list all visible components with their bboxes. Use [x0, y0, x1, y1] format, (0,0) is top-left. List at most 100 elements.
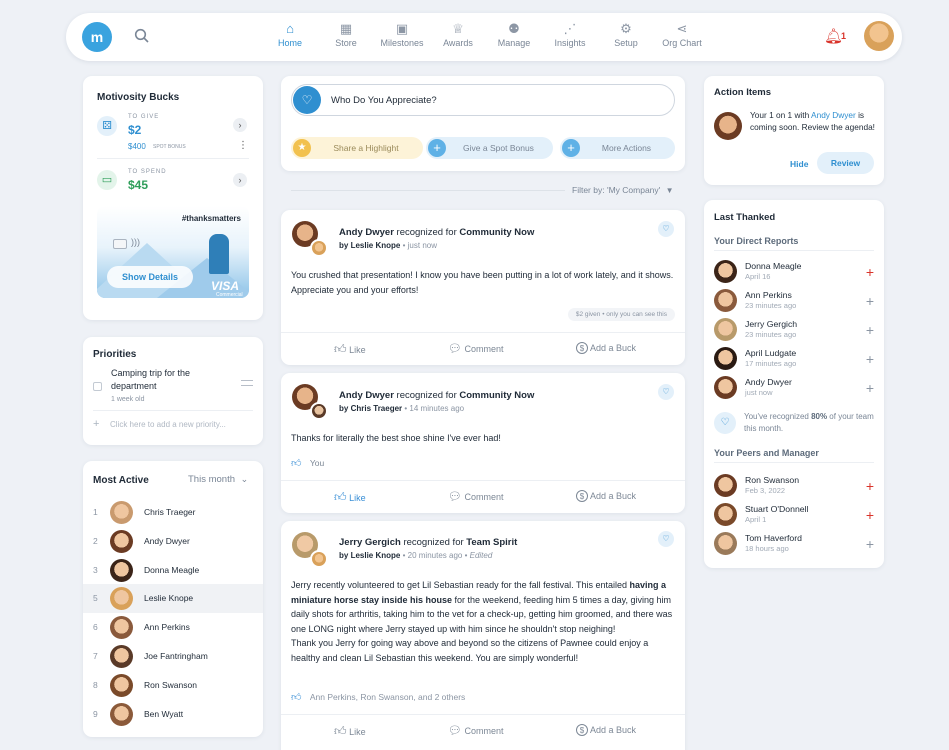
comment-label: Comment	[464, 492, 504, 502]
nav-item-org-chart[interactable]: ⋖ Org Chart	[652, 20, 712, 48]
search-icon[interactable]	[134, 28, 150, 44]
recipient-name[interactable]: Andy Dwyer	[339, 390, 394, 401]
add-buck-button[interactable]: $ Add a Buck	[576, 724, 636, 736]
person-name[interactable]: Ann Perkins	[144, 622, 190, 632]
person-avatar[interactable]	[714, 376, 737, 399]
person-avatar[interactable]	[714, 347, 737, 370]
person-name[interactable]: Donna Meagle	[745, 261, 802, 271]
appreciate-input[interactable]: ♡ Who Do You Appreciate?	[291, 84, 675, 116]
recipient-name[interactable]: Jerry Gergich	[339, 537, 401, 548]
company-value[interactable]: Community Now	[459, 390, 534, 401]
person-avatar[interactable]	[714, 289, 737, 312]
drag-handle-icon[interactable]	[241, 380, 253, 386]
person-name[interactable]: Jerry Gergich	[745, 319, 797, 329]
person-avatar[interactable]	[714, 532, 737, 555]
person-avatar[interactable]	[714, 503, 737, 526]
person-name[interactable]: Andy Dwyer	[144, 536, 190, 546]
nav-item-setup[interactable]: ⚙ Setup	[596, 20, 656, 48]
range-dropdown[interactable]: This month ⌄	[188, 474, 248, 485]
add-buck-button[interactable]: $ Add a Buck	[576, 490, 636, 502]
nav-item-manage[interactable]: ⚉ Manage	[484, 20, 544, 48]
liked-by[interactable]: Ann Perkins, Ron Swanson, and 2 others	[310, 692, 465, 702]
giver-avatar[interactable]	[310, 402, 328, 420]
nav-item-label: Home	[277, 38, 302, 48]
hide-button[interactable]: Hide	[790, 159, 808, 169]
most-active-row[interactable]: 3 Donna Meagle	[83, 556, 263, 585]
nav-item-store[interactable]: ▦ Store	[316, 20, 376, 48]
thank-plus-icon[interactable]: +	[866, 352, 874, 366]
thank-plus-icon[interactable]: +	[866, 381, 874, 395]
thank-plus-icon[interactable]: +	[866, 294, 874, 308]
company-value[interactable]: Community Now	[459, 227, 534, 238]
comment-button[interactable]: 💬︎ Comment	[448, 724, 504, 737]
person-name[interactable]: Joe Fantringham	[144, 651, 208, 661]
person-name[interactable]: Donna Meagle	[144, 565, 199, 575]
person-name[interactable]: Ben Wyatt	[144, 709, 183, 719]
person-name[interactable]: Leslie Knope	[144, 593, 193, 603]
most-active-row[interactable]: 2 Andy Dwyer	[83, 527, 263, 556]
thank-plus-icon[interactable]: +	[866, 537, 874, 551]
giver-name[interactable]: Leslie Knope	[351, 241, 401, 250]
company-value[interactable]: Team Spirit	[466, 537, 517, 548]
add-priority-input[interactable]: Click here to add a new priority...	[110, 420, 226, 429]
review-button[interactable]: Review	[817, 152, 874, 174]
appreciate-card: ♡ Who Do You Appreciate? ★ Share a Highl…	[281, 76, 685, 171]
person-avatar[interactable]	[714, 318, 737, 341]
giver-avatar[interactable]	[310, 550, 328, 568]
notification-count: 1	[841, 31, 847, 41]
most-active-row[interactable]: 9 Ben Wyatt	[83, 700, 263, 729]
liked-by[interactable]: You	[310, 458, 324, 468]
thank-plus-icon[interactable]: +	[866, 508, 874, 522]
person-name[interactable]: Ron Swanson	[144, 680, 197, 690]
give-spot-bonus-button[interactable]: + Give a Spot Bonus	[426, 137, 553, 159]
nav-item-awards[interactable]: ♕ Awards	[428, 20, 488, 48]
recipient-name[interactable]: Andy Dwyer	[339, 227, 394, 238]
person-avatar[interactable]	[714, 260, 737, 283]
person-name[interactable]: Ann Perkins	[745, 290, 792, 300]
person-name[interactable]: Ron Swanson	[745, 475, 799, 485]
thank-plus-icon[interactable]: +	[866, 265, 874, 279]
nav-item-insights[interactable]: ⋰ Insights	[540, 20, 600, 48]
comment-button[interactable]: 💬︎ Comment	[448, 342, 504, 355]
nav-item-home[interactable]: ⌂ Home	[260, 20, 320, 48]
filter-dropdown[interactable]: Filter by: 'My Company' ▼	[572, 185, 674, 195]
action-items-card: Action Items Your 1 on 1 with Andy Dwyer…	[704, 76, 884, 185]
person-avatar[interactable]	[714, 474, 737, 497]
thank-plus-icon[interactable]: +	[866, 323, 874, 337]
giver-avatar[interactable]	[310, 239, 328, 257]
like-button[interactable]: 👍︎ Like	[334, 490, 366, 505]
most-active-row[interactable]: 7 Joe Fantringham	[83, 642, 263, 671]
giver-name[interactable]: Chris Traeger	[351, 404, 403, 413]
person-name[interactable]: Tom Haverford	[745, 533, 802, 543]
share-highlight-button[interactable]: ★ Share a Highlight	[291, 137, 423, 159]
thanked-person-row: Andy Dwyer just now +	[704, 374, 884, 403]
like-button[interactable]: 👍︎ Like	[334, 342, 366, 357]
stat-percent: 80%	[811, 412, 828, 421]
nav-item-milestones[interactable]: ▣ Milestones	[372, 20, 432, 48]
person-name[interactable]: Chris Traeger	[144, 507, 196, 517]
person-name[interactable]: April Ludgate	[745, 348, 796, 358]
add-priority-plus-icon[interactable]: +	[93, 418, 99, 430]
person-name[interactable]: Andy Dwyer	[745, 377, 792, 387]
add-buck-button[interactable]: $ Add a Buck	[576, 342, 636, 354]
most-active-row[interactable]: 1 Chris Traeger	[83, 498, 263, 527]
more-actions-button[interactable]: + More Actions	[560, 137, 675, 159]
profile-avatar[interactable]	[864, 21, 894, 51]
chevron-right-icon[interactable]: ›	[233, 173, 247, 187]
most-active-row[interactable]: 5 Leslie Knope	[83, 584, 263, 614]
motivosity-logo[interactable]: m	[82, 22, 112, 52]
chevron-right-icon[interactable]: ›	[233, 118, 247, 132]
most-active-row[interactable]: 8 Ron Swanson	[83, 671, 263, 700]
priority-item-text[interactable]: Camping trip for the department	[111, 367, 216, 393]
giver-name[interactable]: Leslie Knope	[351, 551, 401, 560]
thank-plus-icon[interactable]: +	[866, 479, 874, 493]
like-button[interactable]: 👍︎ Like	[334, 724, 366, 739]
rank-number: 5	[93, 593, 98, 604]
comment-button[interactable]: 💬︎ Comment	[448, 490, 504, 503]
more-options-icon[interactable]: ⋮	[238, 140, 248, 151]
priority-checkbox[interactable]	[93, 382, 102, 391]
show-details-button[interactable]: Show Details	[107, 266, 193, 288]
most-active-row[interactable]: 6 Ann Perkins	[83, 613, 263, 642]
person-name[interactable]: Stuart O'Donnell	[745, 504, 808, 514]
action-link-name[interactable]: Andy Dwyer	[811, 110, 856, 120]
